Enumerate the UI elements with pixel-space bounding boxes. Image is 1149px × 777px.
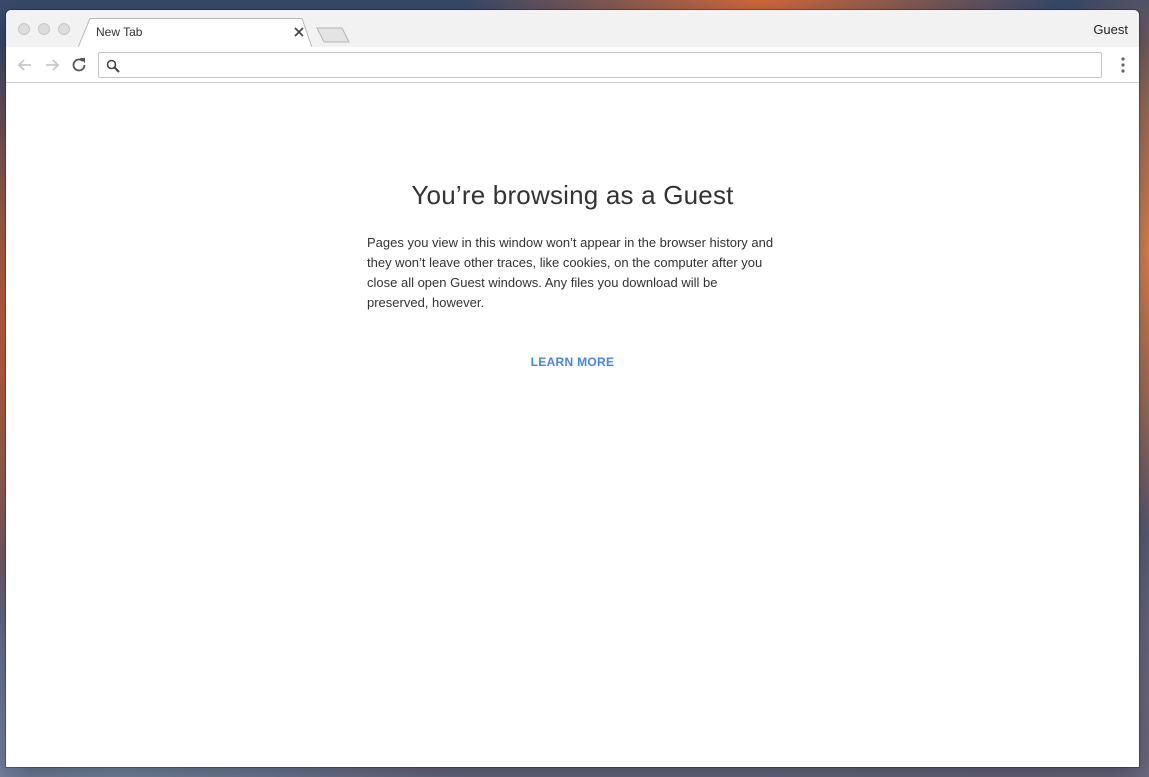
forward-arrow-icon[interactable] [42, 55, 62, 75]
window-minimize-button[interactable] [38, 23, 50, 35]
page-title: You’re browsing as a Guest [411, 180, 734, 210]
menu-dots-icon[interactable] [1115, 56, 1131, 74]
learn-more-link[interactable]: LEARN MORE [6, 355, 1139, 369]
tab-new-tab[interactable]: New Tab [78, 18, 312, 48]
browser-window: New Tab Guest You’re browsing as a Guest… [6, 10, 1139, 767]
profile-label[interactable]: Guest [1093, 22, 1128, 37]
guest-message: Pages you view in this window won’t appe… [367, 235, 774, 310]
address-input[interactable] [127, 53, 1091, 79]
window-close-button[interactable] [18, 23, 30, 35]
back-arrow-icon[interactable] [15, 55, 35, 75]
search-icon [106, 59, 120, 73]
toolbar [6, 47, 1139, 83]
reload-icon[interactable] [69, 55, 89, 75]
new-tab-button[interactable] [316, 27, 352, 43]
page-content: You’re browsing as a Guest Pages you vie… [6, 83, 1139, 767]
close-icon[interactable] [292, 25, 306, 39]
tab-title: New Tab [96, 25, 143, 39]
title-bar: New Tab Guest [6, 10, 1139, 48]
window-zoom-button[interactable] [58, 23, 70, 35]
address-bar[interactable] [98, 52, 1102, 79]
